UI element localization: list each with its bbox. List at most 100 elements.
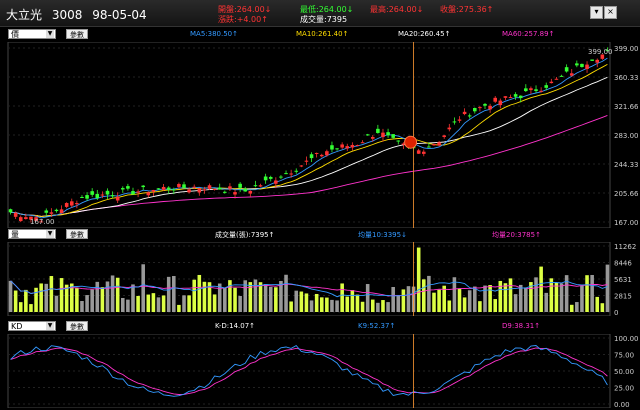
stock-date: 98-05-04 [92, 8, 147, 22]
volume-bar [299, 291, 304, 312]
price-y-tick: 283.00 [614, 132, 639, 140]
stock-title: 大立光 3008 98-05-04 [6, 6, 153, 23]
volume-params-button[interactable]: 參數 [66, 229, 88, 239]
volume-bar [197, 274, 202, 312]
candle-body [575, 63, 579, 66]
volume-bar [233, 287, 237, 312]
volume-bar [432, 292, 436, 312]
candle-body [268, 176, 273, 179]
candle-body [156, 188, 161, 190]
price-chart[interactable]: 399.00 360.33 321.66 283.00 244.33 205.66 167.… [0, 42, 640, 228]
volume-bar [141, 264, 145, 312]
volume-y-tick: 11262 [614, 243, 636, 251]
candle-body [569, 73, 574, 76]
candle-body [432, 143, 436, 146]
minimize-button[interactable]: ▾ [590, 6, 603, 19]
candle-body [146, 192, 151, 196]
volume-bar [483, 285, 487, 312]
candle-body [75, 203, 79, 205]
ma20-label: MA20:260.45↑ [398, 30, 451, 38]
volume-bar [238, 295, 242, 312]
volume-bar [330, 299, 334, 312]
price-params-button[interactable]: 參數 [66, 29, 88, 39]
volume-chart[interactable]: 11262 8446 5631 2815 0 [0, 242, 640, 316]
volume-bar [187, 295, 191, 312]
candle-body [513, 94, 518, 97]
volume-bar [151, 293, 156, 312]
volume-y-tick: 0 [614, 309, 618, 316]
volume-y-tick: 8446 [614, 260, 632, 268]
price-y-tick: 167.00 [614, 219, 639, 227]
candle-body [243, 188, 248, 192]
candle-body [585, 64, 589, 69]
volume-bar [253, 279, 258, 312]
candle-body [100, 194, 105, 196]
candle-body [309, 154, 314, 159]
candle-body [559, 75, 564, 77]
volume-bar [29, 304, 33, 312]
volume-bar [314, 293, 319, 312]
kd-indicator-select[interactable]: KD ▼ [8, 321, 56, 331]
candle-body [279, 176, 283, 178]
volume-bar [13, 290, 18, 312]
candle-body [202, 189, 207, 191]
kd-params-button[interactable]: 參數 [66, 321, 88, 331]
volume-bar [554, 282, 559, 312]
candle-body [85, 195, 89, 199]
candle-body [253, 185, 258, 187]
quote-change: 漲跌:+4.00↑ [218, 15, 268, 24]
candle-body [330, 145, 334, 150]
candle-body [355, 145, 360, 147]
volume-bar [146, 294, 151, 312]
volume-bar [539, 266, 543, 312]
kd-diff-label: K-D:14.07↑ [215, 322, 256, 330]
volume-bar [24, 289, 28, 312]
candle-body [467, 115, 472, 117]
kd-chart[interactable]: 100.00 75.00 50.00 25.00 0.00 [0, 334, 640, 408]
candle-body [498, 100, 503, 106]
candle-body [319, 154, 324, 157]
candle-body [488, 105, 492, 110]
ma5-label: MA5:380.50↑ [190, 30, 238, 38]
volume-bar [401, 289, 406, 312]
volume-bar [488, 285, 492, 312]
candle-body [350, 144, 355, 148]
avg20-label: 均量20:3785↑ [492, 231, 541, 239]
volume-bar [544, 292, 549, 312]
cursor-marker-icon [404, 135, 418, 149]
volume-bar [498, 280, 503, 312]
price-indicator-select[interactable]: 價 ▼ [8, 29, 56, 39]
low-price-label: 167.00 [30, 218, 55, 226]
candle-body [13, 212, 18, 217]
candle-body [44, 210, 49, 213]
candle-body [294, 170, 299, 172]
candle-body [110, 195, 115, 197]
candle-body [539, 90, 543, 92]
candle-body [447, 127, 452, 130]
candle-body [396, 140, 401, 142]
quote-volume: 成交量:7395 [300, 15, 348, 24]
candle-body [365, 134, 370, 136]
close-button[interactable]: × [604, 6, 617, 19]
candle-body [529, 88, 533, 91]
high-price-label: 399.00 [588, 48, 613, 56]
stock-code: 3008 [51, 8, 83, 22]
candle-body [64, 203, 69, 207]
volume-bar [136, 295, 140, 312]
volume-bar [406, 286, 411, 312]
candle-body [131, 191, 135, 195]
candle-body [228, 186, 232, 189]
volume-bar [462, 297, 467, 312]
candle-body [192, 186, 196, 188]
volume-bar [437, 289, 441, 312]
price-y-tick: 360.33 [614, 74, 639, 82]
price-y-tick: 399.00 [614, 45, 639, 53]
candle-body [166, 187, 171, 190]
volume-bar [524, 287, 528, 312]
volume-bar [513, 294, 518, 312]
volume-bar [202, 281, 207, 312]
volume-bar [580, 285, 584, 312]
candle-body [136, 191, 140, 193]
volume-indicator-select[interactable]: 量 ▼ [8, 229, 56, 239]
candle-body [59, 209, 64, 214]
